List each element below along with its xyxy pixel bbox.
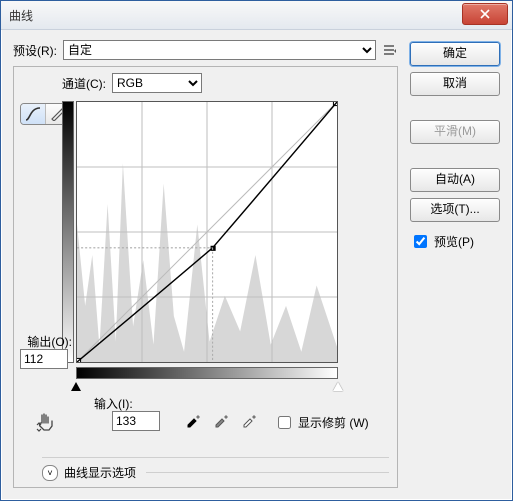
target-adjust-icon[interactable] xyxy=(32,411,58,433)
eyedropper-white-icon[interactable] xyxy=(240,411,258,429)
input-slider[interactable] xyxy=(76,381,338,393)
smooth-button: 平滑(M) xyxy=(410,120,500,144)
white-point-slider[interactable] xyxy=(333,382,343,391)
show-clipping-checkbox[interactable] xyxy=(278,416,291,429)
curve-tool-icon[interactable] xyxy=(21,104,46,124)
auto-button[interactable]: 自动(A) xyxy=(410,168,500,192)
right-column: 确定 取消 平滑(M) 自动(A) 选项(T)... 预览(P) xyxy=(410,40,500,488)
channel-select[interactable]: RGB xyxy=(112,73,202,93)
preset-label: 预设(R): xyxy=(13,42,57,59)
eyedropper-gray-icon[interactable] xyxy=(212,411,230,429)
client-area: 预设(R): 自定 通道(C): RGB xyxy=(1,30,512,500)
curves-dialog: 曲线 预设(R): 自定 通道(C): RGB xyxy=(0,0,513,501)
output-gradient xyxy=(62,101,74,363)
display-options-label: 曲线显示选项 xyxy=(64,464,136,481)
curve-graph[interactable] xyxy=(76,101,338,363)
options-button[interactable]: 选项(T)... xyxy=(410,198,500,222)
preset-row: 预设(R): 自定 xyxy=(13,40,398,60)
input-gradient xyxy=(76,367,338,379)
channel-row: 通道(C): RGB xyxy=(62,73,389,93)
titlebar[interactable]: 曲线 xyxy=(1,1,512,30)
preset-menu-icon[interactable] xyxy=(382,42,398,58)
ok-button[interactable]: 确定 xyxy=(410,42,500,66)
eyedropper-group xyxy=(184,411,258,429)
cancel-button[interactable]: 取消 xyxy=(410,72,500,96)
input-label: 输入(I): xyxy=(94,395,133,412)
close-icon xyxy=(480,9,490,19)
preview-label: 预览(P) xyxy=(434,233,474,250)
preview-checkbox[interactable] xyxy=(414,235,427,248)
show-clipping-row: 显示修剪 (W) xyxy=(274,413,369,432)
curves-panel: 通道(C): RGB xyxy=(13,66,398,488)
output-input[interactable] xyxy=(20,349,68,369)
preset-select[interactable]: 自定 xyxy=(63,40,376,60)
display-options-row[interactable]: ˅ 曲线显示选项 xyxy=(42,457,389,481)
show-clipping-label: 显示修剪 (W) xyxy=(298,414,369,431)
output-label: 输出(O): xyxy=(14,333,72,350)
black-point-slider[interactable] xyxy=(71,382,81,391)
preview-row: 预览(P) xyxy=(410,232,500,251)
eyedropper-black-icon[interactable] xyxy=(184,411,202,429)
channel-label: 通道(C): xyxy=(62,75,106,92)
left-column: 预设(R): 自定 通道(C): RGB xyxy=(13,40,398,488)
input-input[interactable] xyxy=(112,411,160,431)
window-title: 曲线 xyxy=(9,7,462,24)
expand-icon[interactable]: ˅ xyxy=(42,465,58,481)
close-button[interactable] xyxy=(462,3,508,25)
